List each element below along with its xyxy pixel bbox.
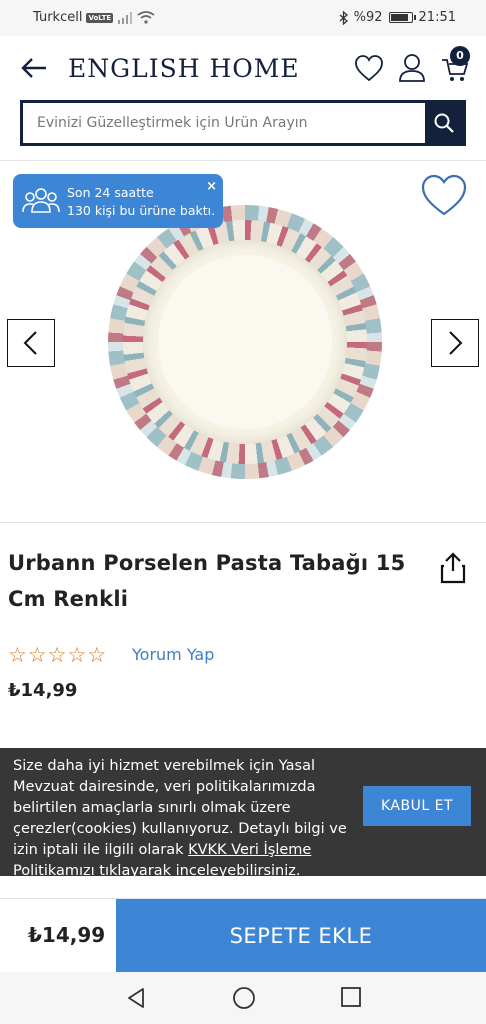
review-link[interactable]: Yorum Yap [132, 645, 214, 664]
brand-logo[interactable]: ENGLISH HOME [68, 54, 300, 83]
accept-cookies-button[interactable]: KABUL ET [363, 786, 471, 826]
star-icon: ☆ [87, 643, 107, 667]
next-image-button[interactable] [431, 319, 479, 367]
bluetooth-icon [339, 10, 348, 25]
status-bar: Turkcell VoLTE %92 21:51 [0, 0, 486, 36]
search-icon [434, 113, 454, 133]
carrier-label: Turkcell [33, 10, 83, 25]
status-left: Turkcell VoLTE [33, 10, 155, 25]
product-price: ₺14,99 [8, 680, 78, 701]
search-input[interactable] [23, 103, 425, 143]
bottom-purchase-bar: ₺14,99 SEPETE EKLE [0, 898, 486, 973]
bottom-price: ₺14,99 [28, 923, 106, 947]
favorite-heart-icon[interactable] [420, 173, 468, 217]
wifi-icon [137, 11, 155, 24]
system-nav-bar [0, 972, 486, 1024]
viewers-text: Son 24 saatte 130 kişi bu ürüne baktı. [67, 184, 215, 220]
status-right: %92 21:51 [339, 10, 456, 25]
product-title: Urbann Porselen Pasta Tabağı 15 Cm Renkl… [8, 551, 406, 611]
heart-icon[interactable] [354, 54, 384, 82]
nav-back-icon[interactable] [124, 986, 148, 1010]
clock: 21:51 [418, 10, 456, 25]
product-image-center [158, 255, 332, 429]
user-icon[interactable] [398, 53, 426, 83]
viewers-line1: Son 24 saatte [67, 185, 154, 200]
volte-badge: VoLTE [86, 12, 114, 23]
cookie-banner: Size daha iyi hizmet verebilmek için Yas… [0, 748, 486, 879]
back-arrow-icon[interactable] [18, 52, 50, 84]
viewers-line2: 130 kişi bu ürüne baktı. [67, 203, 216, 218]
app-header: ENGLISH HOME [0, 36, 486, 98]
chevron-right-icon [449, 331, 463, 355]
viewers-notice: Son 24 saatte 130 kişi bu ürüne baktı. × [13, 174, 223, 228]
star-icon: ☆ [67, 643, 87, 667]
search-bar [20, 100, 466, 146]
battery-icon [388, 12, 416, 23]
cookie-text-after: tıklayarak inceleyebilirsiniz. [94, 863, 301, 879]
people-icon [22, 188, 60, 213]
prev-image-button[interactable] [7, 319, 55, 367]
cart-count-badge: 0 [450, 46, 470, 66]
nav-home-icon[interactable] [232, 986, 256, 1010]
add-to-cart-button[interactable]: SEPETE EKLE [116, 899, 486, 973]
star-icon: ☆ [8, 643, 27, 667]
share-icon[interactable] [440, 552, 466, 584]
star-icon: ☆ [47, 643, 67, 667]
battery-percent: %92 [353, 10, 383, 25]
nav-recent-icon[interactable] [340, 986, 362, 1008]
star-icon: ☆ [27, 643, 47, 667]
chevron-left-icon [23, 331, 37, 355]
battery-fill [390, 14, 408, 21]
cookie-text: Size daha iyi hizmet verebilmek için Yas… [13, 756, 353, 882]
close-icon[interactable]: × [206, 179, 217, 194]
rating-stars[interactable]: ☆ ☆ ☆ ☆ ☆ [8, 644, 106, 666]
product-gallery: Son 24 saatte 130 kişi bu ürüne baktı. × [0, 161, 486, 523]
search-button[interactable] [425, 103, 463, 143]
signal-icon [118, 11, 133, 24]
